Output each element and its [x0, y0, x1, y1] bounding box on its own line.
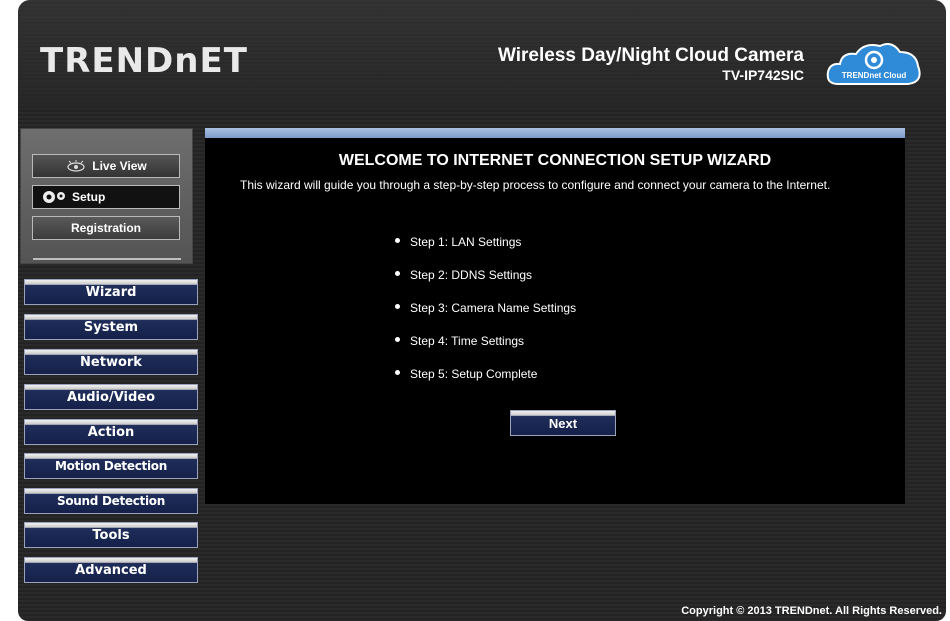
live-view-label: Live View: [92, 159, 147, 173]
registration-button[interactable]: Registration: [32, 216, 180, 240]
cloud-badge-label: TRENDnet Cloud: [841, 71, 907, 80]
step-label: Step 1: LAN Settings: [410, 235, 522, 249]
copyright: Copyright © 2013 TRENDnet. All Rights Re…: [681, 605, 942, 617]
list-item: Step 5: Setup Complete: [395, 367, 576, 400]
list-item: Step 1: LAN Settings: [395, 235, 576, 268]
bullet-icon: [395, 271, 400, 276]
next-button[interactable]: Next: [510, 410, 616, 436]
setup-label: Setup: [72, 190, 106, 204]
menu-motion-detection[interactable]: Motion Detection: [24, 453, 198, 479]
trendnet-logo: TRENDnET: [40, 41, 248, 81]
bullet-icon: [395, 370, 400, 375]
gear-icon: [43, 191, 65, 203]
menu-audio-video[interactable]: Audio/Video: [24, 384, 198, 410]
main-accent-bar: [205, 128, 905, 138]
step-label: Step 2: DDNS Settings: [410, 268, 533, 282]
step-label: Step 4: Time Settings: [410, 334, 525, 348]
wizard-steps: Step 1: LAN Settings Step 2: DDNS Settin…: [395, 235, 576, 400]
menu-action[interactable]: Action: [24, 419, 198, 445]
menu-wizard[interactable]: Wizard: [24, 279, 198, 305]
product-title: Wireless Day/Night Cloud Camera: [497, 45, 804, 66]
side-divider: [33, 258, 181, 260]
menu-sound-detection[interactable]: Sound Detection: [24, 488, 198, 514]
menu-tools[interactable]: Tools: [24, 522, 198, 548]
wizard-description: This wizard will guide you through a ste…: [240, 178, 831, 192]
product-model: TV-IP742SIC: [722, 67, 804, 83]
setup-button[interactable]: Setup: [32, 185, 180, 209]
bullet-icon: [395, 337, 400, 342]
menu-network[interactable]: Network: [24, 349, 198, 375]
step-label: Step 3: Camera Name Settings: [410, 301, 577, 315]
side-panel: Live View Setup Registration: [20, 128, 193, 264]
menu-system[interactable]: System: [24, 314, 198, 340]
trendnet-cloud-badge: TRENDnet Cloud: [824, 38, 924, 90]
bullet-icon: [395, 238, 400, 243]
bullet-icon: [395, 304, 400, 309]
live-view-button[interactable]: Live View: [32, 154, 180, 178]
registration-label: Registration: [70, 221, 141, 235]
eye-icon: [67, 160, 85, 172]
list-item: Step 3: Camera Name Settings: [395, 301, 576, 334]
menu-advanced[interactable]: Advanced: [24, 557, 198, 583]
wizard-title: WELCOME TO INTERNET CONNECTION SETUP WIZ…: [338, 152, 772, 169]
wizard-panel: WELCOME TO INTERNET CONNECTION SETUP WIZ…: [205, 138, 905, 504]
step-label: Step 5: Setup Complete: [410, 367, 538, 381]
list-item: Step 2: DDNS Settings: [395, 268, 576, 301]
list-item: Step 4: Time Settings: [395, 334, 576, 367]
cloud-icon: [826, 43, 921, 85]
